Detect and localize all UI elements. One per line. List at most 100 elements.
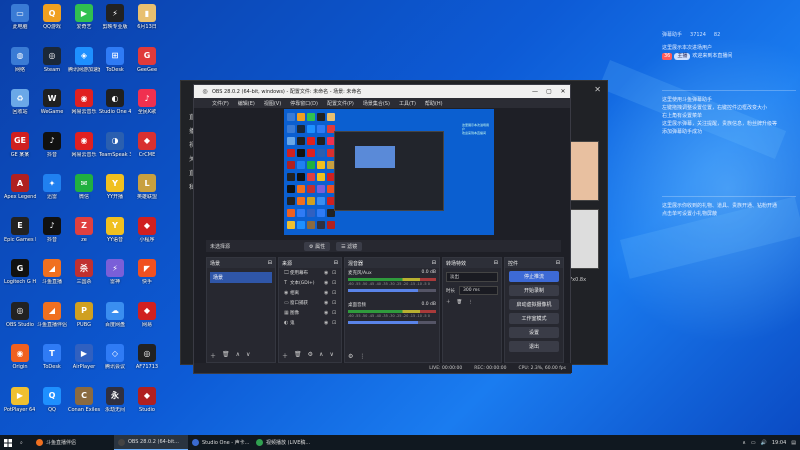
eye-icon[interactable]: ◉	[324, 300, 330, 306]
desktop-icon[interactable]: ◇ 腾讯会议	[99, 344, 131, 370]
desktop-icon[interactable]: ◢ 斗鱼直播伴侣	[36, 301, 68, 328]
desktop-icon[interactable]: ▭ 此电脑	[4, 4, 36, 30]
desktop-icon[interactable]: G GeeGee	[131, 46, 163, 73]
desktop-icon[interactable]: 杀三国杀	[68, 259, 100, 285]
studio-mode-button[interactable]: 工作室模式	[509, 313, 559, 324]
desktop-icon[interactable]: Y YY开播	[99, 174, 131, 200]
desktop-icon[interactable]: W WeGame	[36, 89, 68, 115]
close-icon[interactable]: ✕	[594, 85, 601, 94]
desktop-icon[interactable]: Q QQ	[36, 386, 68, 413]
desktop-icon[interactable]: ♪ 抖音	[36, 131, 68, 158]
transition-select[interactable]: 淡出	[446, 272, 498, 282]
minimize-icon[interactable]: —	[528, 88, 542, 95]
desktop-icon[interactable]: ▶PotPlayer 64 bit	[4, 386, 36, 413]
desktop-icon[interactable]: ⚡ 雷神	[99, 259, 131, 285]
source-item[interactable]: ▦ 图像 ◉ ⊡	[279, 308, 341, 318]
menu-docks[interactable]: 停靠窗口(D)	[290, 100, 318, 107]
eye-icon[interactable]: ◉	[324, 270, 330, 276]
settings-button[interactable]: 设置	[509, 327, 559, 338]
trash-icon[interactable]: 🗑	[222, 351, 230, 360]
desktop-icon[interactable]: ◆ Studio	[131, 386, 163, 413]
desktop-icon[interactable]: ⚡ 剪映专业版	[99, 4, 131, 30]
desktop-icon[interactable]: Q QQ游戏	[36, 4, 68, 30]
notification-icon[interactable]: ▤	[791, 440, 796, 446]
menu-edit[interactable]: 编辑(E)	[238, 100, 255, 107]
stop-streaming-button[interactable]: 停止推流	[509, 271, 559, 282]
menu-help[interactable]: 帮助(H)	[425, 100, 443, 107]
desktop-icon[interactable]: ◎ OBS Studio	[4, 301, 36, 328]
dock-menu-icon[interactable]: ⊟	[556, 260, 560, 266]
volume-slider[interactable]	[348, 321, 436, 324]
desktop-icon[interactable]: EEpic Games Launcher	[4, 216, 36, 243]
desktop-icon[interactable]: ⊞ ToDesk	[99, 46, 131, 73]
source-item[interactable]: ◐ 鬼 ◉ ⊡	[279, 318, 341, 328]
filters-button[interactable]: ☰ 滤镜	[336, 241, 363, 251]
source-item[interactable]: 🖵 使用幕布 ◉ ⊡	[279, 268, 341, 278]
eye-icon[interactable]: ◉	[324, 280, 330, 286]
stream-thumbnail[interactable]	[569, 209, 599, 269]
desktop-icon[interactable]: GE GE 某某	[4, 131, 36, 158]
desktop-icon[interactable]: ▶ 爱奇艺	[68, 4, 100, 30]
properties-button[interactable]: ⚙ 属性	[304, 241, 331, 251]
desktop-icon[interactable]: ◉ 网易云音乐	[68, 89, 100, 115]
trash-icon[interactable]: 🗑	[457, 300, 463, 305]
desktop-icon[interactable]: ◤ 快手	[131, 259, 163, 285]
desktop-icon[interactable]: 永永劫无间	[99, 386, 131, 413]
taskbar-item[interactable]: 视频播放 (LIVE稿...	[252, 435, 332, 450]
close-icon[interactable]: ✕	[556, 88, 570, 95]
trash-icon[interactable]: 🗑	[294, 351, 302, 360]
lock-icon[interactable]: ⊡	[332, 310, 338, 316]
desktop-icon[interactable]: Y YY语音	[99, 216, 131, 243]
arrow-down-icon[interactable]: ∨	[246, 351, 250, 360]
add-icon[interactable]: ＋	[446, 299, 451, 305]
source-item[interactable]: T 文本(GDI+) ◉ ⊡	[279, 278, 341, 288]
desktop-icon[interactable]: ◉ 网易云音乐	[68, 131, 100, 158]
menu-scene-collection[interactable]: 场景集合(S)	[363, 100, 390, 107]
eye-icon[interactable]: ◉	[324, 290, 330, 296]
obs-titlebar[interactable]: ◎ OBS 28.0.2 (64-bit, windows) - 配置文件: 未…	[194, 85, 570, 98]
volume-slider[interactable]	[348, 289, 436, 292]
desktop-icon[interactable]: ♻ 回收站	[4, 89, 36, 115]
network-icon[interactable]: ▭	[751, 440, 756, 446]
dock-menu-icon[interactable]: ⊟	[494, 260, 498, 266]
add-icon[interactable]: ＋	[210, 351, 216, 360]
lock-icon[interactable]: ⊡	[332, 300, 338, 306]
taskbar-item[interactable]: 斗鱼直播伴侣	[32, 435, 114, 450]
scene-item[interactable]: 场景	[210, 272, 272, 283]
desktop-icon[interactable]: T ToDesk	[36, 344, 68, 370]
more-icon[interactable]: ⋮	[359, 353, 365, 360]
desktop-icon[interactable]: ◉ Origin	[4, 344, 36, 370]
maximize-icon[interactable]: ▢	[542, 88, 556, 95]
desktop-icon[interactable]: ◍ 网络	[4, 46, 36, 73]
obs-window[interactable]: ◎ OBS 28.0.2 (64-bit, windows) - 配置文件: 未…	[193, 84, 572, 374]
desktop-icon[interactable]: ▶ AirPlayer	[68, 344, 100, 370]
desktop-icon[interactable]: ♪ 抖音	[36, 216, 68, 243]
clock[interactable]: 19:04	[772, 440, 786, 446]
source-item[interactable]: ◉ 相离 ◉ ⊡	[279, 288, 341, 298]
taskbar-item[interactable]: OBS 28.0.2 (64-bit...	[114, 435, 188, 450]
start-virtual-camera-button[interactable]: 启动虚拟摄像机	[509, 299, 559, 310]
desktop-icon[interactable]: P PUBG	[68, 301, 100, 328]
desktop-icon[interactable]: A Apex Legends	[4, 174, 36, 200]
speaker-icon[interactable]: 🔊	[761, 440, 767, 446]
desktop-icon[interactable]: ☁ 百度网盘	[99, 301, 131, 328]
arrow-up-icon[interactable]: ∧	[236, 351, 240, 360]
duration-input[interactable]: 300 ms	[459, 286, 498, 295]
menu-tools[interactable]: 工具(T)	[399, 100, 416, 107]
desktop-icon[interactable]: ▮ 6月13日	[131, 4, 163, 30]
taskbar-search-icon[interactable]: ⌕	[16, 435, 32, 450]
more-icon[interactable]: ⋮	[468, 300, 473, 305]
lock-icon[interactable]: ⊡	[332, 290, 338, 296]
desktop-icon[interactable]: ◑ TeamSpeak 3	[99, 131, 131, 158]
obs-preview[interactable]: 这里展示本次进场用户 欢迎来到本直播间	[284, 109, 494, 235]
eye-icon[interactable]: ◉	[324, 310, 330, 316]
desktop-icon[interactable]: ◆ 小程序	[131, 216, 163, 243]
taskbar-item[interactable]: Studio One - 声卡...	[188, 435, 252, 450]
desktop-icon[interactable]: ◆ 网易	[131, 301, 163, 328]
eye-icon[interactable]: ◉	[324, 320, 330, 326]
exit-button[interactable]: 退出	[509, 341, 559, 352]
lock-icon[interactable]: ⊡	[332, 320, 338, 326]
arrow-down-icon[interactable]: ∨	[329, 351, 333, 360]
dock-menu-icon[interactable]: ⊟	[334, 260, 338, 266]
gear-icon[interactable]: ⚙	[308, 351, 313, 360]
